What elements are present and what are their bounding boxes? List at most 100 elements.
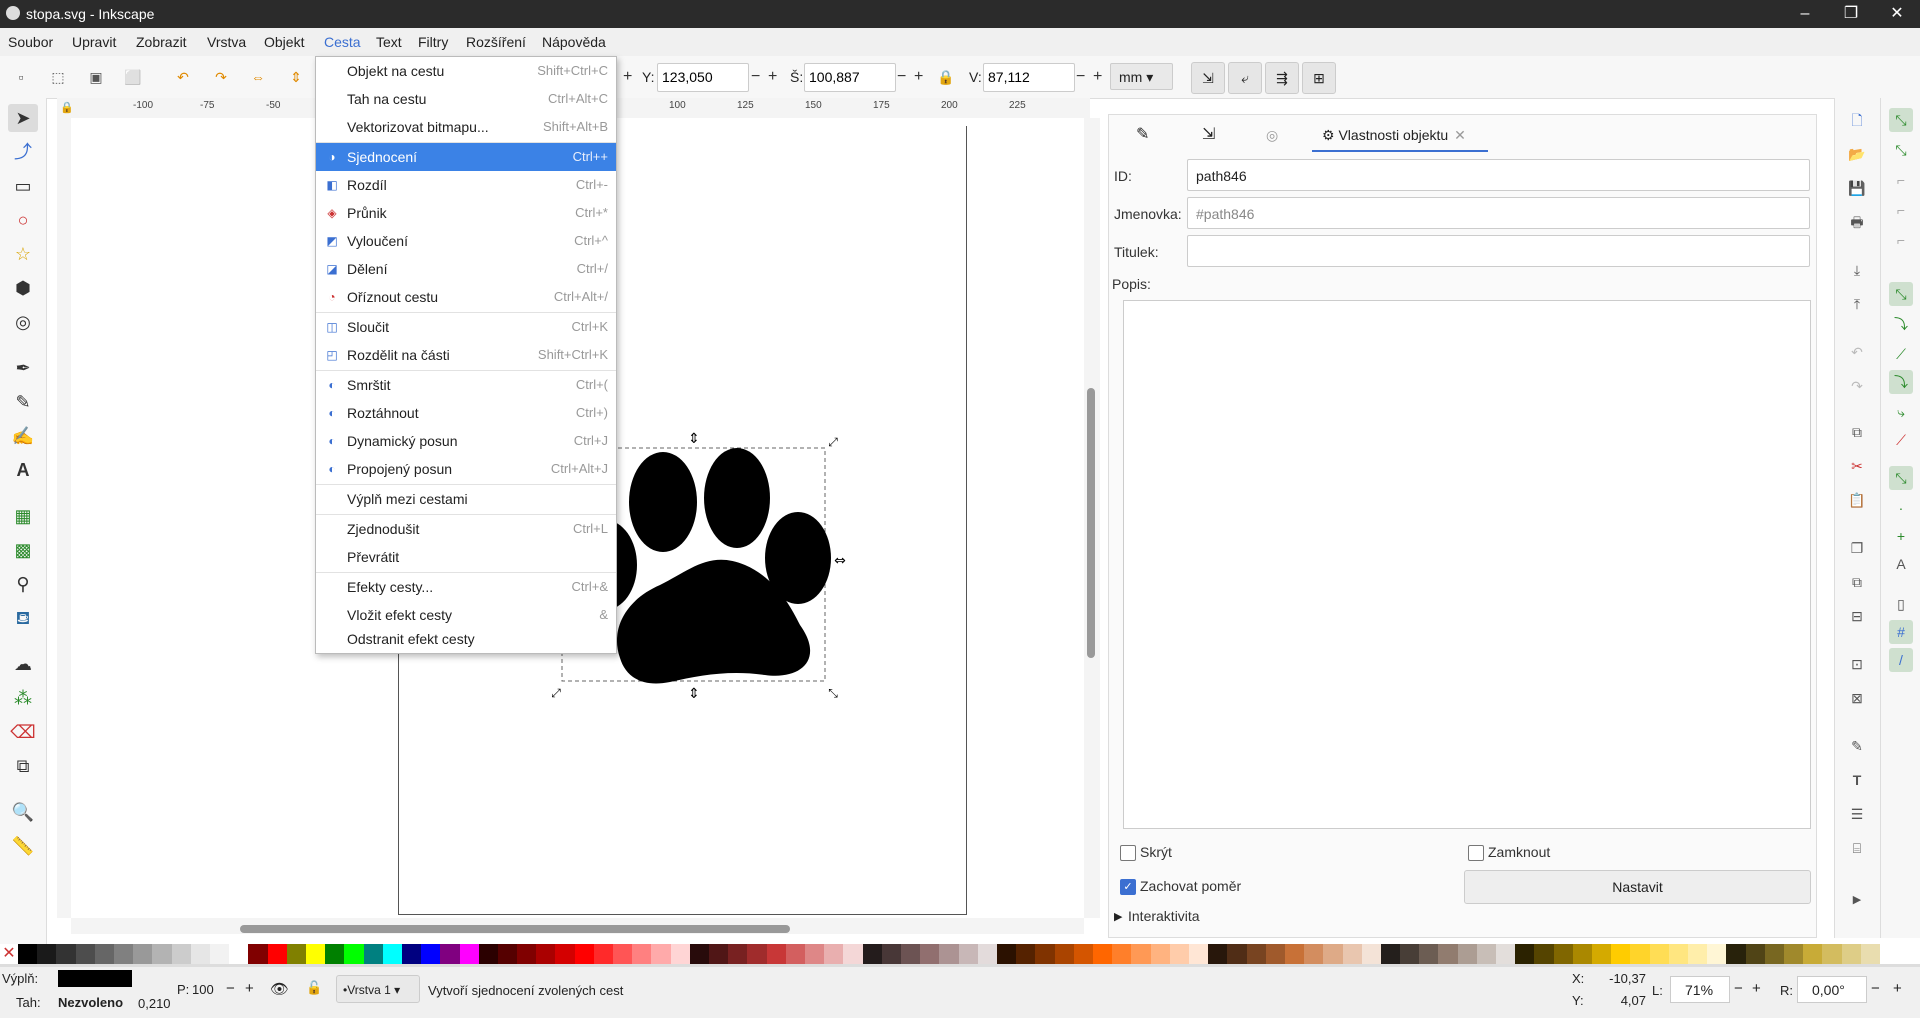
path-menu-item[interactable]: Zjednodušit Ctrl+L <box>316 515 616 543</box>
path-menu-item-union[interactable]: ◑ Sjednocení Ctrl++ <box>316 143 616 171</box>
snap-cusp-nodes-icon[interactable]: ⤵ <box>1889 370 1913 394</box>
color-swatch[interactable] <box>1361 944 1382 964</box>
color-swatch[interactable] <box>824 944 844 964</box>
flip-horizontal-icon[interactable]: ⇔ <box>249 69 267 85</box>
color-swatch[interactable] <box>709 944 729 964</box>
3d-box-tool-icon[interactable]: ⬢ <box>8 274 38 302</box>
tab-export-icon[interactable]: ⇲ <box>1202 118 1215 152</box>
menu-layer[interactable]: Vrstva <box>207 28 246 56</box>
color-swatch[interactable] <box>75 944 96 964</box>
title-field[interactable] <box>1187 235 1810 267</box>
color-swatch[interactable] <box>56 944 77 964</box>
color-swatch[interactable] <box>1553 944 1574 964</box>
duplicate-icon[interactable]: ❐ <box>1845 536 1869 560</box>
color-swatch[interactable] <box>478 944 499 964</box>
color-swatch[interactable] <box>1515 944 1535 964</box>
path-menu-item[interactable]: Vektorizovat bitmapu... Shift+Alt+B <box>316 113 616 141</box>
color-swatch[interactable] <box>1054 944 1075 964</box>
color-swatch[interactable] <box>305 944 326 964</box>
w-field[interactable] <box>804 63 896 92</box>
star-tool-icon[interactable]: ☆ <box>8 240 38 268</box>
color-swatch[interactable] <box>747 944 768 964</box>
measure-tool-icon[interactable]: 📏 <box>8 832 38 860</box>
close-icon[interactable]: ✕ <box>1874 0 1920 28</box>
color-swatch[interactable] <box>344 944 365 964</box>
menu-view[interactable]: Zobrazit <box>136 28 187 56</box>
path-menu-item[interactable]: ◐ Smrštit Ctrl+( <box>316 371 616 399</box>
color-swatch[interactable] <box>1726 944 1747 964</box>
path-menu-item[interactable]: Převrátit <box>316 543 616 571</box>
color-swatch[interactable] <box>939 944 960 964</box>
color-swatch[interactable] <box>497 944 518 964</box>
path-menu-item[interactable]: ◐ Dynamický posun Ctrl+J <box>316 427 616 455</box>
vertical-scrollbar-thumb[interactable] <box>1087 388 1095 658</box>
snap-grids-icon[interactable]: # <box>1889 620 1913 644</box>
snap-bbox-corner-icon[interactable]: ⌐ <box>1889 198 1913 222</box>
hide-checkbox[interactable] <box>1120 845 1136 861</box>
y-input[interactable] <box>658 64 746 89</box>
snap-bbox-edge-icon[interactable]: ⌐ <box>1889 168 1913 192</box>
menu-text[interactable]: Text <box>376 28 402 56</box>
color-swatch[interactable] <box>401 944 422 964</box>
path-menu-item[interactable]: Výplň mezi cestami <box>316 485 616 513</box>
cut-icon[interactable]: ✂ <box>1845 454 1869 478</box>
w-input[interactable] <box>805 64 893 89</box>
connector-tool-icon[interactable]: ⧉ <box>8 752 38 780</box>
open-icon[interactable]: 📂 <box>1845 142 1869 166</box>
snap-line-midpoints-icon[interactable]: ⟋ <box>1889 428 1913 452</box>
ruler-lock-icon[interactable]: 🔒 <box>60 101 74 114</box>
color-swatch[interactable] <box>555 944 576 964</box>
id-field[interactable]: path846 <box>1187 159 1810 191</box>
text-tool-icon[interactable]: A <box>8 456 38 484</box>
color-swatch[interactable] <box>1476 944 1497 964</box>
redo-icon[interactable]: ↷ <box>1845 374 1869 398</box>
interactivity-expander[interactable]: Interaktivita <box>1128 908 1200 924</box>
scale-handle-bottom-icon[interactable]: ⇕ <box>688 686 700 702</box>
path-menu-item[interactable]: Efekty cesty... Ctrl+& <box>316 573 616 601</box>
h-field[interactable] <box>983 63 1075 92</box>
rotate-cw-icon[interactable]: ↷ <box>212 69 230 85</box>
color-swatch[interactable] <box>862 944 883 964</box>
color-swatch[interactable] <box>1784 944 1804 964</box>
menu-help[interactable]: Nápověda <box>542 28 606 56</box>
scale-stroke-button[interactable]: ⇲ <box>1191 62 1225 94</box>
color-swatch[interactable] <box>728 944 748 964</box>
group-icon[interactable]: ⊡ <box>1845 652 1869 676</box>
rectangle-tool-icon[interactable]: ▭ <box>8 172 38 200</box>
expand-arrow-icon[interactable]: ▶ <box>1114 910 1122 923</box>
snap-rotation-center-icon[interactable]: + <box>1889 524 1913 548</box>
color-swatch[interactable] <box>1150 944 1171 964</box>
y-field[interactable] <box>657 63 749 92</box>
color-swatch[interactable] <box>1611 944 1631 964</box>
gradient-tool-icon[interactable]: ▦ <box>8 502 38 530</box>
color-swatch[interactable] <box>613 944 633 964</box>
color-swatch[interactable] <box>1131 944 1152 964</box>
new-document-icon[interactable]: 🗋 <box>1845 108 1869 132</box>
select-all-icon[interactable]: ▫ <box>12 69 30 85</box>
tab-object-properties[interactable]: ⚙ Vlastnosti objektu ✕ <box>1312 118 1488 152</box>
color-swatch[interactable] <box>1284 944 1305 964</box>
color-swatch[interactable] <box>1822 944 1843 964</box>
color-swatch[interactable] <box>286 944 307 964</box>
move-gradients-button[interactable]: ⇶ <box>1265 62 1299 94</box>
snap-others-icon[interactable]: ⤡ <box>1889 466 1913 490</box>
dropper-tool-icon[interactable]: ⚲ <box>8 570 38 598</box>
path-menu-item[interactable]: ◧ Rozdíl Ctrl+- <box>316 171 616 199</box>
color-swatch[interactable] <box>1342 944 1363 964</box>
layers-icon[interactable]: ☰ <box>1845 802 1869 826</box>
stroke-value[interactable]: Nezvoleno <box>58 995 123 1010</box>
color-swatch[interactable] <box>1630 944 1651 964</box>
scale-handle-bottomright-icon[interactable]: ⤡ <box>828 686 838 700</box>
snap-text-baseline-icon[interactable]: A <box>1889 552 1913 576</box>
color-swatch[interactable] <box>1304 944 1324 964</box>
color-swatch[interactable] <box>1323 944 1343 964</box>
menu-extensions[interactable]: Rozšíření <box>466 28 526 56</box>
color-swatch[interactable] <box>325 944 345 964</box>
pencil-tool-icon[interactable]: ✎ <box>8 388 38 416</box>
color-swatch[interactable] <box>248 944 269 964</box>
color-swatch[interactable] <box>133 944 153 964</box>
color-swatch[interactable] <box>1092 944 1113 964</box>
color-swatch[interactable] <box>152 944 173 964</box>
y-plus-icon[interactable]: + <box>768 68 777 86</box>
lock-checkbox[interactable] <box>1468 845 1484 861</box>
